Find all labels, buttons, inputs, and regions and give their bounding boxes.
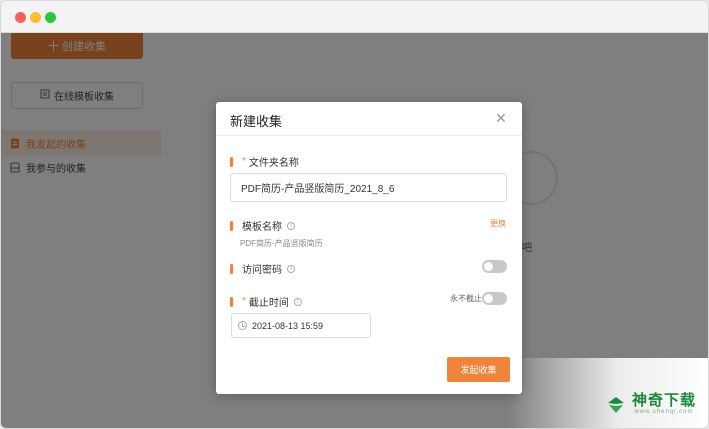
deadline-label: * 截止时间 i xyxy=(230,294,302,309)
watermark-logo-icon xyxy=(606,395,626,415)
never-expire-label: 永不截止 xyxy=(450,294,482,303)
start-collection-button[interactable]: 发起收集 xyxy=(447,357,510,382)
info-icon[interactable]: i xyxy=(287,264,295,273)
clock-icon xyxy=(238,321,247,330)
folder-name-label-text: 文件夹名称 xyxy=(248,158,299,169)
field-marker xyxy=(230,263,233,274)
folder-name-input[interactable]: PDF简历-产品竖版简历_2021_8_6 xyxy=(230,173,507,202)
info-icon[interactable]: i xyxy=(287,221,295,230)
maximize-window-button[interactable] xyxy=(45,12,56,23)
template-name-label: 模板名称 i xyxy=(230,218,295,233)
template-name-value: PDF简历-产品竖版简历 xyxy=(240,239,323,248)
watermark-subtitle: www.shenqi.com xyxy=(634,409,694,415)
field-marker xyxy=(230,220,233,231)
start-collection-label: 发起收集 xyxy=(460,365,497,375)
deadline-value: 2021-08-13 15:59 xyxy=(252,320,324,331)
password-label-text: 访问密码 xyxy=(242,265,282,276)
info-icon[interactable]: i xyxy=(293,297,302,306)
required-mark: * xyxy=(242,156,246,167)
dialog-header: 新建收集 ✕ xyxy=(216,102,522,136)
close-window-button[interactable] xyxy=(15,12,26,23)
watermark-title: 神奇下载 xyxy=(631,392,696,409)
password-label: 访问密码 i xyxy=(230,261,295,276)
deadline-label-text: 截止时间 xyxy=(248,298,289,309)
required-mark: * xyxy=(242,296,246,307)
password-toggle[interactable] xyxy=(482,260,507,273)
field-marker xyxy=(230,296,233,307)
app-window: 十 创建收集 在线模板收集 我发起的收集 我参与的收集 吧 xyxy=(0,0,709,429)
field-marker xyxy=(230,156,233,167)
change-template-link[interactable]: 更换 xyxy=(490,218,506,229)
minimize-window-button[interactable] xyxy=(30,12,41,23)
window-titlebar xyxy=(1,1,708,33)
dialog-title: 新建收集 xyxy=(230,114,283,129)
never-expire-toggle[interactable] xyxy=(482,292,507,305)
folder-name-label: * 文件夹名称 xyxy=(230,154,299,169)
close-icon[interactable]: ✕ xyxy=(494,111,508,125)
new-collection-dialog: 新建收集 ✕ * 文件夹名称 PDF简历-产品竖版简历_2021_8_6 模板名… xyxy=(216,102,522,394)
folder-name-value: PDF简历-产品竖版简历_2021_8_6 xyxy=(241,184,395,195)
template-name-label-text: 模板名称 xyxy=(242,222,282,233)
watermark: 神奇下载 www.shenqi.com xyxy=(606,393,696,416)
deadline-datetime-input[interactable]: 2021-08-13 15:59 xyxy=(231,313,371,338)
